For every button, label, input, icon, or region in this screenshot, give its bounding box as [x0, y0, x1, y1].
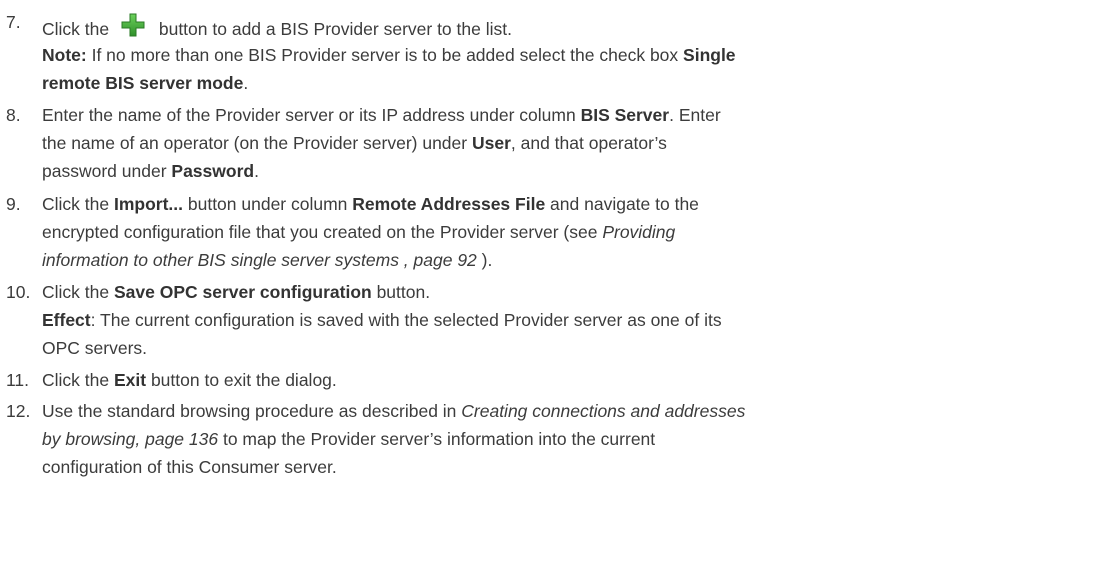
step-number: 10.: [6, 282, 31, 302]
step-text: ).: [476, 250, 493, 270]
step-text: configuration of this Consumer server.: [42, 457, 337, 477]
note-line: remote BIS server mode.: [42, 73, 248, 94]
effect-label: Effect: [42, 310, 91, 330]
step-text: encrypted configuration file that you cr…: [42, 222, 603, 242]
step-text: button to exit the dialog.: [146, 370, 337, 390]
step-text-line: Click the Save OPC server configuration …: [42, 282, 430, 303]
effect-line: Effect: The current configuration is sav…: [42, 310, 722, 331]
step-number: 9.: [6, 194, 21, 214]
column-name: Remote Addresses File: [352, 194, 546, 214]
note-label: Note:: [42, 45, 87, 65]
column-name: BIS Server: [580, 105, 670, 125]
step-text-line: encrypted configuration file that you cr…: [42, 222, 675, 243]
step-text: button to add a BIS Provider server to t…: [158, 19, 512, 39]
step-text: , and that operator’s: [510, 133, 667, 153]
checkbox-name: remote BIS server mode: [42, 73, 244, 93]
step-text: button under column: [183, 194, 353, 214]
step-text: password under: [42, 161, 172, 181]
step-number: 12.: [6, 401, 31, 421]
checkbox-name: Single: [683, 45, 736, 65]
step-text-line: Click the button to add a BIS Provider s…: [42, 12, 512, 40]
step-text: Click the: [42, 370, 114, 390]
step-text: button.: [371, 282, 431, 302]
step-text: the name of an operator (on the Provider…: [42, 133, 472, 153]
step-number: 8.: [6, 105, 21, 125]
step-text: . Enter: [669, 105, 721, 125]
effect-line: OPC servers.: [42, 338, 147, 359]
step-number: 11.: [6, 370, 30, 390]
step-text: .: [254, 161, 259, 181]
step-text-line: password under Password.: [42, 161, 259, 182]
column-name: Password: [171, 161, 255, 181]
note-text: .: [243, 73, 249, 93]
step-text: Use the standard browsing procedure as d…: [42, 401, 462, 421]
cross-reference-link[interactable]: Creating connections and addresses: [461, 401, 745, 421]
button-name: Import...: [113, 194, 183, 214]
step-text: Click the: [42, 19, 110, 39]
step-text-line: Click the Exit button to exit the dialog…: [42, 370, 337, 391]
step-text: Click the: [42, 194, 114, 214]
step-text: and navigate to the: [545, 194, 699, 214]
note-text: If no more than one BIS Provider server …: [86, 45, 684, 65]
effect-text: OPC servers.: [42, 338, 148, 358]
step-text-line: Click the Import... button under column …: [42, 194, 699, 215]
button-name: Save OPC server configuration: [113, 282, 372, 302]
step-text-line: Enter the name of the Provider server or…: [42, 105, 721, 126]
cross-reference-link[interactable]: by browsing, page 136: [42, 429, 218, 449]
step-text: to map the Provider server’s information…: [218, 429, 656, 449]
effect-text: : The current configuration is saved wit…: [90, 310, 722, 330]
cross-reference-link[interactable]: Providing: [602, 222, 675, 242]
step-number: 7.: [6, 12, 21, 32]
step-text: Enter the name of the Provider server or…: [42, 105, 581, 125]
manual-page: 7. Click the button to add a BIS Provide…: [0, 0, 1093, 582]
step-text-line: information to other BIS single server s…: [42, 250, 492, 271]
step-text-line: configuration of this Consumer server.: [42, 457, 337, 478]
note-line: Note: If no more than one BIS Provider s…: [42, 45, 736, 66]
column-name: User: [471, 133, 511, 153]
step-text-line: Use the standard browsing procedure as d…: [42, 401, 745, 422]
step-text: Click the: [42, 282, 114, 302]
step-text-line: by browsing, page 136 to map the Provide…: [42, 429, 655, 450]
green-plus-icon: [121, 13, 145, 37]
button-name: Exit: [113, 370, 147, 390]
cross-reference-link[interactable]: information to other BIS single server s…: [42, 250, 477, 270]
step-text-line: the name of an operator (on the Provider…: [42, 133, 667, 154]
